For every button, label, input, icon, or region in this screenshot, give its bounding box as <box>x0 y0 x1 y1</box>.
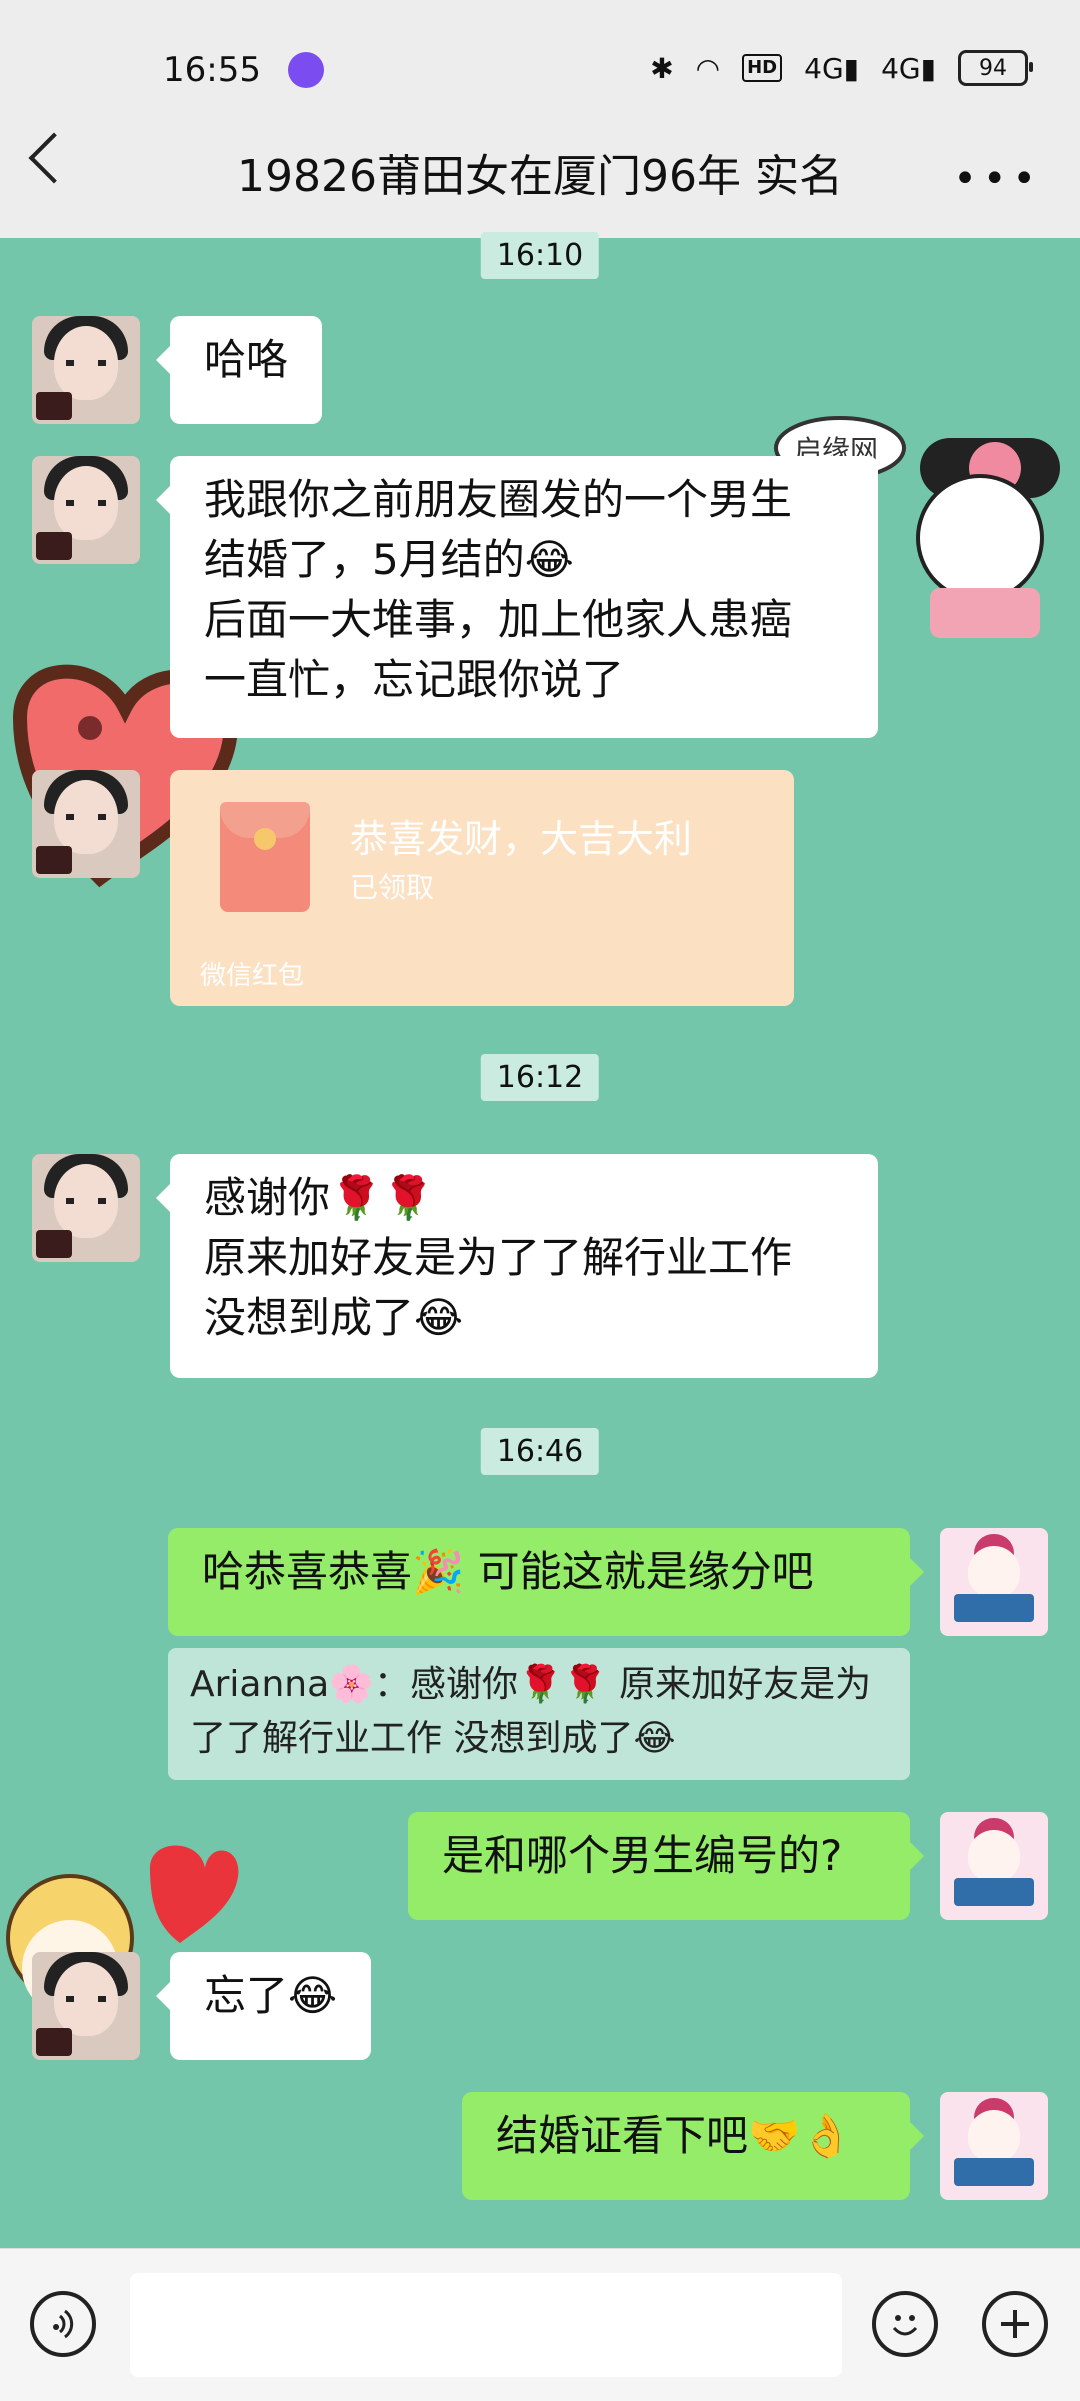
contact-avatar[interactable] <box>32 1154 140 1262</box>
status-icons: ✱ ◠ HD 4G▮ 4G▮ 94 <box>650 50 1033 86</box>
timestamp: 16:10 <box>480 232 600 279</box>
contact-avatar[interactable] <box>32 1952 140 2060</box>
message-bubble[interactable]: 是和哪个男生编号的? <box>408 1812 924 1920</box>
signal-icon-2: 4G▮ <box>881 51 936 85</box>
chat-title: 19826莆田女在厦门96年 实名 <box>237 151 843 202</box>
message-bubble[interactable]: 我跟你之前朋友圈发的一个男生 结婚了，5月结的😂 后面一大堆事，加上他家人患癌 … <box>156 456 878 738</box>
message-bubble[interactable]: 感谢你🌹🌹 原来加好友是为了了解行业工作 没想到成了😂 <box>156 1154 878 1378</box>
app-indicator-icon <box>288 52 324 88</box>
message-bubble[interactable]: 哈恭喜恭喜🎉 可能这就是缘分吧 <box>168 1528 924 1636</box>
input-bar <box>0 2248 1080 2401</box>
my-avatar[interactable] <box>940 1812 1048 1920</box>
contact-avatar[interactable] <box>32 316 140 424</box>
my-avatar[interactable] <box>940 2092 1048 2200</box>
red-packet-title: 恭喜发财，大吉大利 <box>350 817 693 861</box>
message-input[interactable] <box>130 2273 842 2377</box>
chat-area[interactable]: 16:10 启缘网 哈咯 我跟你之前朋友圈发的一个男生 结婚了，5月结的😂 后面… <box>0 232 1080 2248</box>
quoted-message[interactable]: Arianna🌸：感谢你🌹🌹 原来加好友是为 了了解行业工作 没想到成了😂 <box>168 1648 910 1780</box>
red-packet-label: 微信红包 <box>200 961 305 991</box>
red-envelope-icon <box>220 802 310 912</box>
message-bubble[interactable]: 结婚证看下吧🤝👌 <box>462 2092 924 2200</box>
red-packet-card[interactable]: 恭喜发财，大吉大利 已领取 微信红包 <box>170 770 794 1006</box>
message-bubble[interactable]: 忘了😂 <box>155 1952 372 2060</box>
my-avatar[interactable] <box>940 1528 1048 1636</box>
hd-icon: HD <box>742 54 783 82</box>
bluetooth-icon: ✱ <box>650 51 674 85</box>
red-packet-status: 已领取 <box>350 871 435 904</box>
status-time: 16:55 <box>163 50 261 90</box>
more-options-button[interactable]: ••• <box>953 156 1042 202</box>
timestamp: 16:46 <box>480 1428 600 1475</box>
top-bar: 16:55 ✱ ◠ HD 4G▮ 4G▮ 94 19826莆田女在厦门96年 实… <box>0 0 1080 238</box>
add-icon[interactable] <box>982 2291 1048 2357</box>
battery-icon: 94 <box>958 50 1033 86</box>
message-bubble[interactable]: 哈咯 <box>155 316 323 424</box>
signal-icon-1: 4G▮ <box>804 51 860 85</box>
voice-icon[interactable] <box>30 2291 96 2357</box>
contact-avatar[interactable] <box>32 770 140 878</box>
wifi-icon: ◠ <box>695 51 721 85</box>
contact-avatar[interactable] <box>32 456 140 564</box>
timestamp: 16:12 <box>480 1054 600 1101</box>
emoji-icon[interactable] <box>872 2291 938 2357</box>
